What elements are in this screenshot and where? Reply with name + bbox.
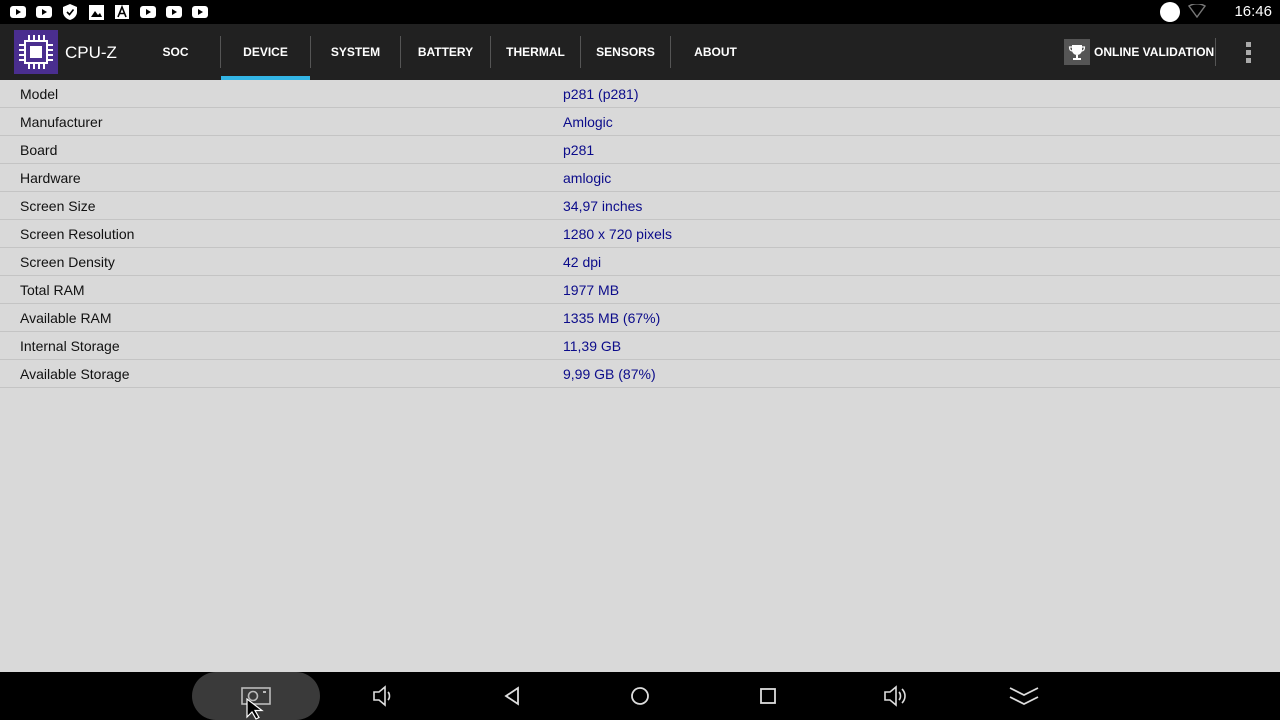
home-button[interactable] [576, 672, 704, 720]
youtube-icon [192, 4, 208, 20]
list-item: Screen Size 34,97 inches [0, 192, 1280, 220]
list-item: Screen Resolution 1280 x 720 pixels [0, 220, 1280, 248]
info-value: p281 [563, 142, 595, 158]
info-value: 1280 x 720 pixels [563, 226, 672, 242]
ethernet-status-icon [1160, 2, 1180, 22]
tab-soc[interactable]: SOC [131, 24, 220, 80]
image-icon [88, 4, 104, 20]
back-button[interactable] [448, 672, 576, 720]
info-label: Screen Size [20, 198, 96, 214]
info-label: Screen Resolution [20, 226, 135, 242]
info-value: Amlogic [563, 114, 613, 130]
info-value: 11,39 GB [563, 338, 622, 354]
list-item: Internal Storage 11,39 GB [0, 332, 1280, 360]
list-item: Model p281 (p281) [0, 80, 1280, 108]
info-label: Total RAM [20, 282, 85, 298]
info-label: Model [20, 86, 59, 102]
volume-up-icon [883, 685, 909, 707]
youtube-icon [10, 4, 26, 20]
info-label: Manufacturer [20, 114, 103, 130]
tab-battery[interactable]: BATTERY [401, 24, 490, 80]
recents-icon [759, 687, 777, 705]
volume-down-icon [372, 685, 396, 707]
back-icon [502, 686, 522, 706]
app-bar: CPU-Z SOC DEVICE SYSTEM BATTERY THERMAL … [0, 24, 1280, 80]
volume-down-button[interactable] [320, 672, 448, 720]
list-item: Manufacturer Amlogic [0, 108, 1280, 136]
info-value: 42 dpi [563, 254, 602, 270]
tab-sensors[interactable]: SENSORS [581, 24, 670, 80]
recents-button[interactable] [704, 672, 832, 720]
info-value: 1977 MB [563, 282, 620, 298]
clock: 16:46 [1234, 3, 1272, 20]
device-info-list: Model p281 (p281) Manufacturer Amlogic B… [0, 80, 1280, 672]
cpu-chip-icon [14, 30, 58, 74]
tab-system[interactable]: SYSTEM [311, 24, 400, 80]
wifi-icon [1187, 3, 1207, 23]
navigation-bar [0, 672, 1280, 720]
info-value: 1335 MB (67%) [563, 310, 661, 326]
home-icon [630, 686, 650, 706]
font-icon [114, 4, 130, 20]
tab-device[interactable]: DEVICE [221, 24, 310, 80]
info-label: Available RAM [20, 310, 112, 326]
list-item: Screen Density 42 dpi [0, 248, 1280, 276]
action-divider [1215, 38, 1216, 66]
info-value: amlogic [563, 170, 612, 186]
collapse-button[interactable] [960, 672, 1088, 720]
youtube-icon [166, 4, 182, 20]
tab-thermal[interactable]: THERMAL [491, 24, 580, 80]
collapse-icon [1009, 686, 1039, 706]
app-title: CPU-Z [65, 43, 117, 62]
list-item: Board p281 [0, 136, 1280, 164]
youtube-icon [36, 4, 52, 20]
status-bar: 16:46 [0, 0, 1280, 24]
info-label: Internal Storage [20, 338, 120, 354]
online-validation-button[interactable]: ONLINE VALIDATION [1064, 38, 1214, 66]
notification-icons [10, 4, 208, 20]
tab-bar: SOC DEVICE SYSTEM BATTERY THERMAL SENSOR… [131, 24, 760, 80]
youtube-icon [140, 4, 156, 20]
info-label: Board [20, 142, 58, 158]
volume-up-button[interactable] [832, 672, 960, 720]
info-value: 34,97 inches [563, 198, 643, 214]
more-options-icon[interactable] [1236, 38, 1260, 66]
mouse-cursor-icon [246, 697, 268, 720]
tab-about[interactable]: ABOUT [671, 24, 760, 80]
shield-icon [62, 4, 78, 20]
info-label: Screen Density [20, 254, 115, 270]
list-item: Hardware amlogic [0, 164, 1280, 192]
list-item: Available RAM 1335 MB (67%) [0, 304, 1280, 332]
info-label: Hardware [20, 170, 81, 186]
info-value: 9,99 GB (87%) [563, 366, 656, 382]
trophy-icon [1064, 39, 1090, 65]
list-item: Total RAM 1977 MB [0, 276, 1280, 304]
list-item: Available Storage 9,99 GB (87%) [0, 360, 1280, 388]
info-label: Available Storage [20, 366, 130, 382]
online-validation-label: ONLINE VALIDATION [1094, 45, 1215, 59]
info-value: p281 (p281) [563, 86, 639, 102]
